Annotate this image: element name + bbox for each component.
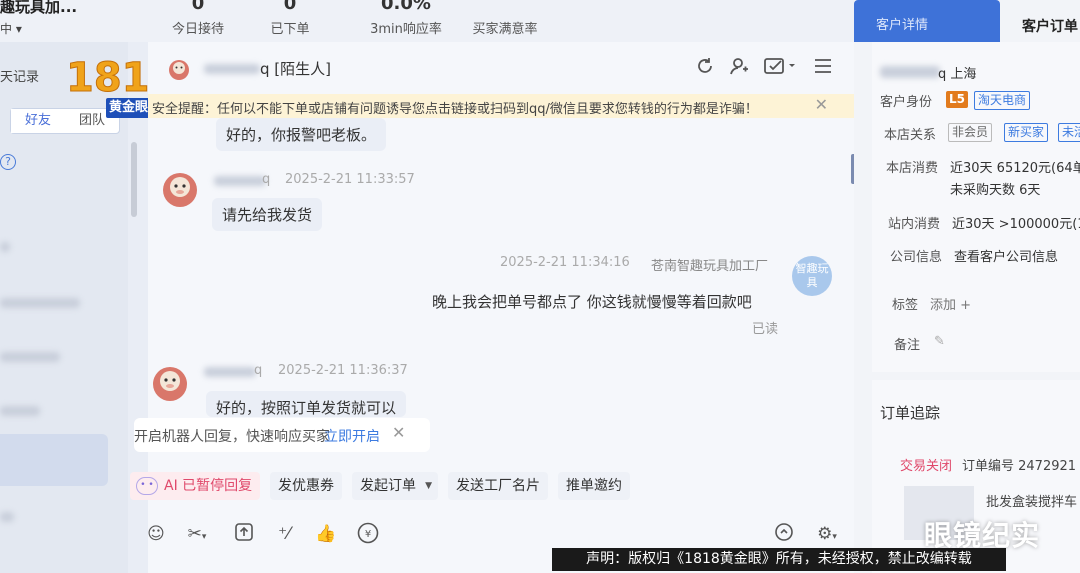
remark-label: 备注 bbox=[894, 338, 921, 353]
customer-name-blurred bbox=[880, 66, 940, 78]
sidebar-scrollbar[interactable] bbox=[131, 142, 137, 217]
push-invite-button[interactable]: 推单邀约 bbox=[558, 472, 630, 500]
scissors-icon[interactable]: ✂▾ bbox=[180, 522, 214, 546]
tab-customer-orders[interactable]: 客户订单 bbox=[1022, 16, 1078, 36]
identity-tag: 淘天电商 bbox=[974, 91, 1031, 110]
relation-label: 本店关系 bbox=[884, 128, 937, 143]
send-factory-card-button[interactable]: 发送工厂名片 bbox=[448, 472, 548, 500]
robot-tip-text: 开启机器人回复，快速响应买家 bbox=[134, 429, 330, 445]
customer-avatar bbox=[163, 173, 197, 207]
menu-icon[interactable] bbox=[812, 56, 834, 78]
add-tag-button[interactable]: 添加 + bbox=[930, 294, 971, 313]
tab-customer-details[interactable]: 客户详情 bbox=[854, 0, 1000, 42]
site-spend-value: 近30天 >100000元(14 bbox=[952, 217, 1080, 232]
settings-dropdown-icon[interactable]: ⚙▾ bbox=[810, 522, 844, 546]
customer-name-blurred bbox=[204, 64, 260, 74]
spend-value: 近30天 65120元(64单) bbox=[950, 161, 1080, 176]
customer-location: q 上海 bbox=[938, 67, 977, 82]
relation-tag: 未活 bbox=[1058, 123, 1080, 142]
enable-robot-link[interactable]: 立即开启 bbox=[324, 426, 380, 446]
ai-bot-icon: • • bbox=[136, 477, 158, 495]
contact-item[interactable] bbox=[0, 298, 80, 308]
chat-title: q [陌生人] bbox=[260, 60, 331, 78]
relation-tag: 非会员 bbox=[948, 123, 993, 142]
robot-reply-tip: 开启机器人回复，快速响应买家 立即开启 ✕ bbox=[134, 418, 430, 452]
spend-label: 本店消费 bbox=[886, 161, 939, 176]
create-order-button[interactable]: 发起订单 ▼ bbox=[352, 472, 438, 500]
refresh-icon[interactable] bbox=[694, 56, 716, 78]
identity-label: 客户身份 bbox=[880, 95, 933, 110]
sender-name-blurred bbox=[204, 367, 256, 377]
shop-name: 趣玩具加... bbox=[0, 0, 78, 16]
quick-phrase-icon[interactable]: ⁺⁄ bbox=[272, 522, 296, 546]
site-spend-label: 站内消费 bbox=[888, 217, 941, 232]
message-time: 2025-2-21 11:34:16 bbox=[500, 255, 630, 270]
chat-header: q [陌生人] bbox=[148, 42, 854, 92]
svg-text:¥: ¥ bbox=[365, 529, 371, 540]
customer-avatar bbox=[169, 60, 189, 80]
sender-name: q bbox=[254, 363, 263, 378]
shop-avatar: 智趣玩具 bbox=[792, 256, 832, 296]
sender-name: 苍南智趣玩具加工厂 bbox=[651, 259, 769, 274]
message-bubble: 请先给我发货 bbox=[212, 198, 323, 231]
caret-down-icon: ▼ bbox=[425, 481, 432, 491]
help-icon[interactable]: ? bbox=[0, 154, 16, 170]
sender-name-blurred bbox=[214, 176, 266, 186]
order-tracking-title: 订单追踪 bbox=[880, 404, 941, 422]
copyright-disclaimer: 声明：版权归《1818黄金眼》所有，未经授权，禁止改编转载 bbox=[552, 548, 1006, 571]
broadcaster-logo: 1818 黄金眼 bbox=[65, 58, 178, 124]
stat-today-received: 0 今日接待 bbox=[171, 0, 224, 37]
message-time: 2025-2-21 11:36:37 bbox=[278, 363, 408, 378]
company-label: 公司信息 bbox=[890, 250, 943, 265]
add-contact-icon[interactable] bbox=[728, 56, 750, 78]
contact-item[interactable] bbox=[0, 406, 40, 416]
thumbs-up-icon[interactable]: 👍 bbox=[314, 522, 338, 546]
tab-friends[interactable]: 好友 bbox=[11, 109, 65, 133]
contact-item[interactable] bbox=[0, 352, 60, 362]
product-name[interactable]: 批发盒装搅拌车 bbox=[986, 491, 1077, 510]
level-badge: L5 bbox=[946, 91, 968, 108]
read-status: 已读 bbox=[752, 322, 779, 337]
coupon-icon[interactable]: ¥ bbox=[356, 522, 380, 546]
customer-panel: 客户详情 客户订单 q 上海 客户身份 L5 淘天电商 本店关系 非会员 新买家… bbox=[854, 0, 1080, 573]
sender-name: q bbox=[262, 172, 271, 187]
order-status: 交易关闭 bbox=[900, 459, 953, 474]
close-icon[interactable]: ✕ bbox=[815, 95, 828, 114]
checklist-dropdown-icon[interactable] bbox=[762, 56, 798, 78]
edit-icon[interactable]: ✎ bbox=[934, 334, 945, 349]
stat-ordered: 0 已下单 bbox=[270, 0, 310, 37]
send-coupon-button[interactable]: 发优惠券 bbox=[270, 472, 342, 500]
days-since-purchase: 未采购天数 6天 bbox=[950, 183, 1041, 198]
message-bubble: 好的，按照订单发货就可以 bbox=[206, 391, 407, 417]
close-icon[interactable]: ✕ bbox=[392, 423, 405, 442]
message-time: 2025-2-21 11:33:57 bbox=[285, 172, 415, 187]
view-company-link[interactable]: 查看客户公司信息 bbox=[954, 246, 1058, 265]
chat-window: q [陌生人] 安全提醒：任何以不能下单或店铺有问题诱导您点击链接或扫码到qq/… bbox=[130, 42, 857, 573]
upload-icon[interactable] bbox=[232, 522, 256, 546]
stat-response-rate: 0.0% 3min响应率 bbox=[370, 0, 442, 37]
chat-records-link[interactable]: 天记录 bbox=[0, 66, 39, 85]
tags-label: 标签 bbox=[892, 298, 919, 313]
shop-switch[interactable]: 中 ▾ bbox=[0, 20, 22, 37]
security-warning-banner: 安全提醒：任何以不能下单或店铺有问题诱导您点击链接或扫码到qq/微信且要求您转钱… bbox=[148, 94, 854, 118]
customer-panel-tabs: 客户详情 客户订单 bbox=[854, 0, 1080, 42]
contact-item[interactable] bbox=[0, 512, 14, 522]
top-stats-bar: 趣玩具加... 中 ▾ 0 今日接待 0 已下单 0.0% 3min响应率 买家… bbox=[0, 0, 860, 42]
stat-satisfaction: 买家满意率 bbox=[472, 22, 538, 37]
contact-item-selected[interactable] bbox=[0, 434, 108, 486]
contact-item[interactable] bbox=[0, 242, 10, 252]
ai-reply-toggle[interactable]: • • AI 已暂停回复 bbox=[130, 472, 261, 500]
relation-tag: 新买家 bbox=[1004, 123, 1049, 142]
customer-avatar bbox=[153, 367, 187, 401]
security-warning-text: 安全提醒：任何以不能下单或店铺有问题诱导您点击链接或扫码到qq/微信且要求您转钱… bbox=[152, 102, 758, 117]
history-icon[interactable] bbox=[772, 522, 796, 546]
emoji-icon[interactable]: ☺ bbox=[144, 522, 168, 546]
order-number[interactable]: 订单编号 2472921 bbox=[962, 455, 1076, 474]
message-bubble: 好的，你报警吧老板。 bbox=[216, 118, 387, 151]
message-bubble: 晚上我会把单号都点了 你这钱就慢慢等着回款吧 bbox=[432, 293, 752, 311]
